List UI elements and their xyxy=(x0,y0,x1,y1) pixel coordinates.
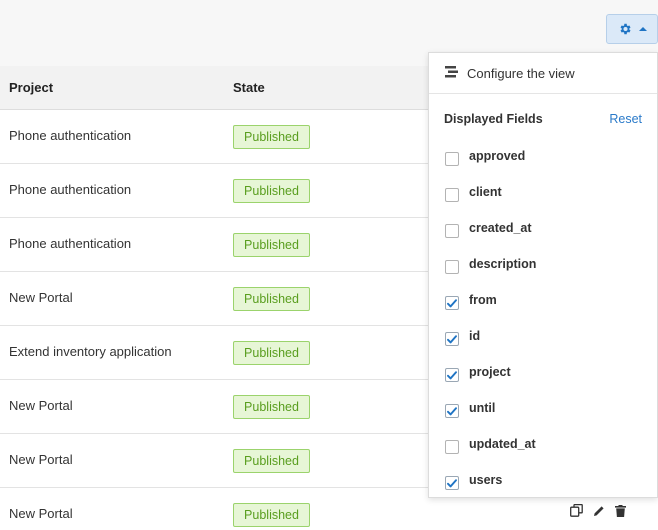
status-badge: Published xyxy=(233,341,310,365)
status-badge: Published xyxy=(233,395,310,419)
field-label: project xyxy=(469,365,511,379)
project-cell: Phone authentication xyxy=(9,128,132,143)
column-header-state[interactable]: State xyxy=(233,80,265,95)
checkmark-icon xyxy=(447,406,457,415)
copy-icon[interactable] xyxy=(570,504,583,517)
field-checkbox[interactable] xyxy=(445,332,459,346)
project-cell: New Portal xyxy=(9,452,73,467)
reset-link[interactable]: Reset xyxy=(609,112,642,126)
displayed-fields-title: Displayed Fields xyxy=(444,112,543,126)
field-checkbox[interactable] xyxy=(445,404,459,418)
field-option-project[interactable]: project xyxy=(429,360,657,396)
configure-view-header[interactable]: Configure the view xyxy=(429,53,657,94)
checkmark-icon xyxy=(447,298,457,307)
field-label: approved xyxy=(469,149,526,163)
field-checkbox[interactable] xyxy=(445,476,459,490)
field-option-until[interactable]: until xyxy=(429,396,657,432)
field-option-users[interactable]: users xyxy=(429,468,657,504)
field-label: until xyxy=(469,401,496,415)
field-option-id[interactable]: id xyxy=(429,324,657,360)
field-option-from[interactable]: from xyxy=(429,288,657,324)
field-option-description[interactable]: description xyxy=(429,252,657,288)
project-cell: New Portal xyxy=(9,398,73,413)
field-checkbox[interactable] xyxy=(445,260,459,274)
edit-icon[interactable] xyxy=(593,505,605,517)
status-badge: Published xyxy=(233,179,310,203)
configure-view-panel: Configure the view Displayed Fields Rese… xyxy=(428,52,658,498)
status-badge: Published xyxy=(233,287,310,311)
project-cell: Phone authentication xyxy=(9,236,132,251)
status-badge: Published xyxy=(233,125,310,149)
checkmark-icon xyxy=(447,370,457,379)
field-option-client[interactable]: client xyxy=(429,180,657,216)
status-badge: Published xyxy=(233,233,310,257)
field-label: users xyxy=(469,473,503,487)
field-label: id xyxy=(469,329,481,343)
field-label: description xyxy=(469,257,537,271)
checkmark-icon xyxy=(447,478,457,487)
project-cell: New Portal xyxy=(9,290,73,305)
field-checkbox[interactable] xyxy=(445,152,459,166)
caret-up-icon xyxy=(638,27,647,31)
field-checkbox[interactable] xyxy=(445,296,459,310)
project-cell: Phone authentication xyxy=(9,182,132,197)
field-checkbox[interactable] xyxy=(445,368,459,382)
field-label: updated_at xyxy=(469,437,536,451)
column-header-project[interactable]: Project xyxy=(9,80,53,95)
field-option-approved[interactable]: approved xyxy=(429,144,657,180)
project-cell: New Portal xyxy=(9,506,73,521)
project-cell: Extend inventory application xyxy=(9,344,172,359)
field-label: client xyxy=(469,185,502,199)
field-checkbox[interactable] xyxy=(445,224,459,238)
field-label: from xyxy=(469,293,497,307)
status-badge: Published xyxy=(233,503,310,527)
row-actions xyxy=(570,504,626,517)
fields-list: approved client created_at description from i… xyxy=(429,144,657,504)
field-option-created-at[interactable]: created_at xyxy=(429,216,657,252)
displayed-fields-header: Displayed Fields Reset xyxy=(429,94,657,144)
field-option-updated-at[interactable]: updated_at xyxy=(429,432,657,468)
field-checkbox[interactable] xyxy=(445,188,459,202)
gear-icon xyxy=(618,22,632,36)
field-checkbox[interactable] xyxy=(445,440,459,454)
configure-view-label: Configure the view xyxy=(467,65,575,81)
configure-view-icon xyxy=(445,65,458,81)
trash-icon[interactable] xyxy=(615,504,626,517)
status-badge: Published xyxy=(233,449,310,473)
checkmark-icon xyxy=(447,334,457,343)
field-label: created_at xyxy=(469,221,532,235)
view-settings-button[interactable] xyxy=(606,14,658,44)
